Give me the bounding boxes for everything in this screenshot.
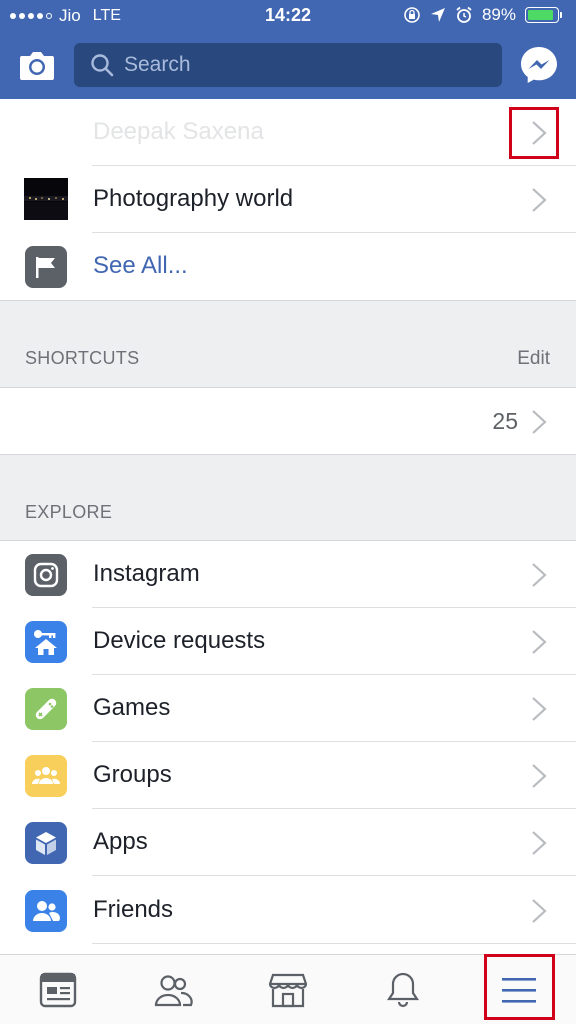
highlight-box-chevron — [509, 107, 559, 159]
app-header: Jio LTE 14:22 89% — [0, 0, 576, 99]
explore-item-label: Groups — [93, 761, 172, 788]
chevron-right-icon[interactable] — [530, 763, 548, 789]
tab-notifications[interactable] — [345, 955, 460, 1024]
chevron-right-icon[interactable] — [530, 830, 548, 856]
explore-item-friends[interactable]: Friends — [0, 877, 576, 944]
alarm-icon — [456, 6, 472, 23]
page-row-photography-world[interactable]: Photography world — [0, 166, 576, 233]
chevron-right-icon[interactable] — [530, 696, 548, 722]
chevron-right-icon[interactable] — [530, 629, 548, 655]
groups-icon — [25, 755, 67, 797]
explore-title: EXPLORE — [25, 502, 113, 522]
page-thumbnail — [24, 178, 68, 220]
search-bar[interactable] — [74, 43, 502, 87]
explore-item-label: Games — [93, 694, 171, 721]
apps-icon — [25, 822, 67, 864]
see-all-link[interactable]: See All... — [93, 252, 188, 280]
tab-news-feed[interactable] — [0, 955, 115, 1024]
battery-fill — [528, 10, 553, 20]
chevron-right-icon[interactable] — [530, 898, 548, 924]
battery-percent: 89% — [481, 5, 516, 24]
status-bar: Jio LTE 14:22 89% — [0, 0, 576, 33]
chevron-right-icon[interactable] — [530, 562, 548, 588]
page-name: Deepak Saxena — [93, 118, 264, 145]
chevron-right-icon[interactable] — [530, 409, 548, 435]
news-feed-icon — [39, 972, 76, 1008]
explore-item-groups[interactable]: Groups — [0, 742, 576, 809]
messenger-icon[interactable] — [519, 45, 559, 85]
page-name: Photography world — [93, 185, 294, 212]
battery-icon — [525, 7, 562, 23]
shortcuts-section-header: SHORTCUTS Edit — [0, 300, 576, 388]
games-icon — [25, 688, 67, 730]
explore-item-instagram[interactable]: Instagram — [0, 541, 576, 608]
search-input[interactable] — [124, 53, 484, 77]
explore-item-apps[interactable]: Apps — [0, 809, 576, 876]
marketplace-icon — [268, 973, 307, 1008]
flag-icon — [25, 246, 67, 288]
page-row-deepak[interactable]: Deepak Saxena — [0, 99, 576, 166]
device-requests-icon — [25, 621, 67, 663]
explore-item-label: Apps — [93, 828, 148, 855]
friend-requests-icon — [154, 975, 193, 1007]
explore-section-header: EXPLORE — [0, 454, 576, 541]
rotation-lock-icon — [404, 7, 420, 23]
explore-item-device-requests[interactable]: Device requests — [0, 608, 576, 675]
friends-icon — [25, 890, 67, 932]
search-icon — [91, 54, 114, 77]
tab-marketplace[interactable] — [230, 955, 345, 1024]
shortcuts-row[interactable]: 25 — [0, 388, 576, 454]
shortcuts-count: 25 — [492, 408, 518, 434]
explore-item-label: Friends — [93, 896, 174, 923]
shortcuts-title: SHORTCUTS — [25, 348, 140, 368]
tab-friend-requests[interactable] — [115, 955, 230, 1024]
highlight-box-menu — [484, 954, 555, 1020]
location-icon — [430, 8, 445, 22]
instagram-icon — [25, 554, 67, 596]
shortcuts-edit-link[interactable]: Edit — [517, 348, 550, 370]
notifications-icon — [386, 972, 419, 1008]
explore-item-label: Instagram — [93, 560, 200, 587]
chevron-right-icon[interactable] — [530, 187, 548, 213]
explore-item-games[interactable]: Games — [0, 675, 576, 742]
see-all-row[interactable]: See All... — [0, 233, 576, 300]
explore-item-label: Device requests — [93, 627, 266, 654]
camera-icon[interactable] — [18, 46, 56, 84]
